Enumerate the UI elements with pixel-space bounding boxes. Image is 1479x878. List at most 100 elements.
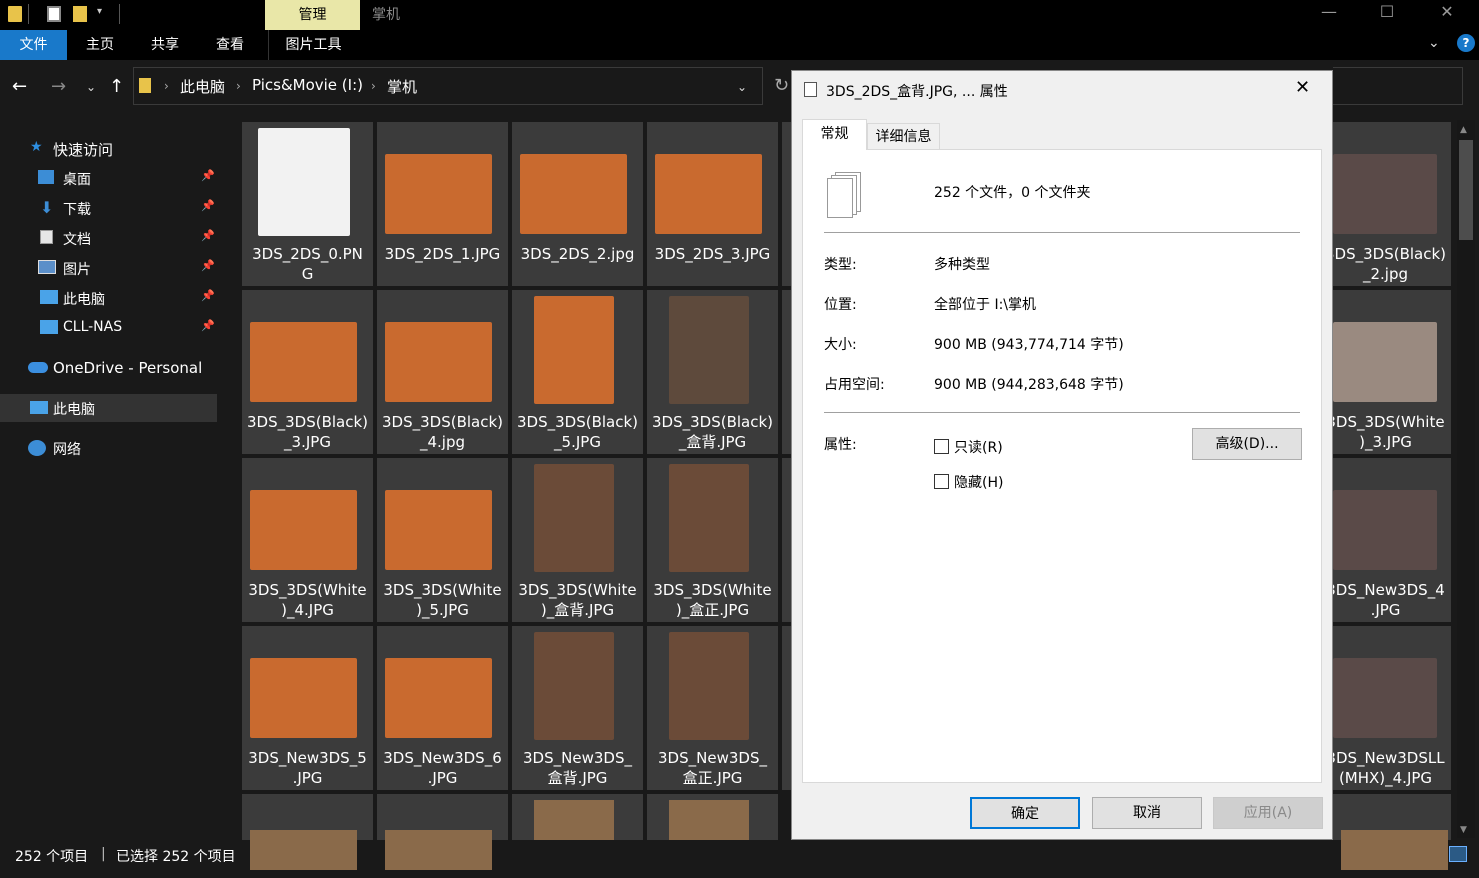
desktop-icon <box>38 170 54 184</box>
file-tile[interactable]: 3DS_2DS_2.jpg <box>512 122 643 286</box>
search-box[interactable] <box>1333 67 1463 105</box>
ok-button[interactable]: 确定 <box>970 797 1080 829</box>
file-tile[interactable]: 3DS_3DS(White )_4.JPG <box>242 458 373 622</box>
breadcrumb-this-pc[interactable]: 此电脑 <box>180 76 225 97</box>
file-tile[interactable]: 3DS_3DS(White )_3.JPG <box>1333 290 1451 454</box>
file-tile[interactable]: 3DS_3DS(Black) _盒背.JPG <box>647 290 778 454</box>
file-name: 3DS_3DS(Black) _盒背.JPG <box>651 413 774 451</box>
tab-view[interactable]: 查看 <box>202 30 258 60</box>
file-tile[interactable] <box>782 626 791 790</box>
scroll-down-icon[interactable]: ▼ <box>1460 825 1467 835</box>
sidebar-item-this-pc-pinned[interactable]: 此电脑 📌 <box>0 284 217 312</box>
minimize-button[interactable]: — <box>1309 2 1349 21</box>
pin-icon: 📌 <box>201 229 215 242</box>
file-tile[interactable]: 3DS_New3DS_6 .JPG <box>377 626 508 790</box>
sidebar-onedrive[interactable]: OneDrive - Personal <box>53 359 202 377</box>
scroll-up-icon[interactable]: ▲ <box>1460 125 1467 135</box>
pin-icon: 📌 <box>201 199 215 212</box>
back-icon[interactable]: ← <box>12 76 27 97</box>
file-tile[interactable] <box>377 794 508 870</box>
readonly-checkbox[interactable] <box>934 439 949 454</box>
file-tile[interactable]: 3DS_New3DS_4 .JPG <box>1333 458 1451 622</box>
forward-icon[interactable]: → <box>51 76 66 97</box>
star-icon: ★ <box>30 139 43 155</box>
breadcrumb-folder[interactable]: 掌机 <box>387 76 417 97</box>
divider <box>824 232 1300 233</box>
sidebar-item-label: 此电脑 <box>63 292 105 308</box>
tab-picture-tools[interactable]: 图片工具 <box>268 30 358 60</box>
file-tile[interactable] <box>782 290 791 454</box>
image-thumbnail <box>385 830 492 870</box>
folder-icon[interactable] <box>8 6 22 22</box>
sidebar-item-desktop[interactable]: 桌面 📌 <box>0 164 217 192</box>
recent-locations-icon[interactable]: ⌄ <box>86 80 96 94</box>
file-tile[interactable]: 3DS_3DS(Black) _5.JPG <box>512 290 643 454</box>
separator <box>119 4 120 24</box>
file-tile[interactable] <box>647 794 778 840</box>
scrollbar-thumb[interactable] <box>1459 140 1473 240</box>
file-tile[interactable] <box>242 794 373 870</box>
image-thumbnail <box>520 154 627 234</box>
image-thumbnail <box>1333 322 1437 402</box>
file-tile[interactable] <box>782 458 791 622</box>
tab-file[interactable]: 文件 <box>0 30 67 60</box>
expand-ribbon-icon[interactable]: ⌄ <box>1428 35 1440 51</box>
sidebar-quick-access[interactable]: 快速访问 <box>53 139 113 160</box>
advanced-button[interactable]: 高级(D)... <box>1192 428 1302 460</box>
file-tile[interactable]: 3DS_3DS(White )_盒背.JPG <box>512 458 643 622</box>
file-tile[interactable]: 3DS_3DS(Black) _2.jpg <box>1333 122 1451 286</box>
sidebar-this-pc-label: 此电脑 <box>53 402 95 418</box>
file-tile[interactable]: 3DS_New3DS_ 盒正.JPG <box>647 626 778 790</box>
file-tile[interactable]: 3DS_3DS(Black) _3.JPG <box>242 290 373 454</box>
tab-general[interactable]: 常规 <box>802 119 867 150</box>
file-tile[interactable]: 3DS_New3DS_ 盒背.JPG <box>512 626 643 790</box>
file-tile[interactable]: 3DS_3DS(Black) _4.jpg <box>377 290 508 454</box>
sidebar-item-documents[interactable]: 文档 📌 <box>0 224 217 252</box>
file-tile[interactable]: 3DS_3DS(White )_5.JPG <box>377 458 508 622</box>
dialog-title: 3DS_2DS_盒背.JPG, ... 属性 <box>826 84 1008 100</box>
refresh-icon[interactable]: ↻ <box>774 75 789 96</box>
file-name: 3DS_New3DS_ 盒背.JPG <box>523 749 632 787</box>
sidebar-item-cll-nas[interactable]: CLL-NAS 📌 <box>0 314 217 342</box>
file-tile[interactable]: 3DS_2DS_3.JPG <box>647 122 778 286</box>
image-thumbnail <box>385 154 492 234</box>
sidebar-item-pictures[interactable]: 图片 📌 <box>0 254 217 282</box>
file-tile[interactable] <box>512 794 643 840</box>
separator: | <box>101 846 106 862</box>
apply-button[interactable]: 应用(A) <box>1213 797 1323 829</box>
file-tile[interactable]: 3DS_New3DSLL (MHX)_4.JPG <box>1333 626 1451 790</box>
customize-qa-icon[interactable]: ▾ <box>97 6 102 17</box>
type-value: 多种类型 <box>934 257 990 273</box>
file-tile[interactable]: 3DS_2DS_1.JPG <box>377 122 508 286</box>
dialog-close-button[interactable]: ✕ <box>1295 77 1310 98</box>
large-icons-view-icon[interactable] <box>1449 846 1467 862</box>
file-tile[interactable] <box>782 122 791 286</box>
file-tile[interactable] <box>1333 794 1451 870</box>
size-value: 900 MB (943,774,714 字节) <box>934 337 1124 353</box>
tab-details[interactable]: 详细信息 <box>867 123 940 149</box>
network-drive-icon <box>40 320 58 334</box>
address-dropdown-icon[interactable]: ⌄ <box>737 80 747 94</box>
maximize-button[interactable]: ☐ <box>1367 2 1407 21</box>
tab-share[interactable]: 共享 <box>137 30 193 60</box>
manage-context-tab[interactable]: 管理 <box>265 0 360 30</box>
up-icon[interactable]: ↑ <box>109 76 124 97</box>
image-thumbnail <box>669 464 749 572</box>
address-bar[interactable] <box>133 67 763 105</box>
document-icon <box>40 230 53 244</box>
file-tile[interactable]: 3DS_3DS(White )_盒正.JPG <box>647 458 778 622</box>
tab-home[interactable]: 主页 <box>72 30 128 60</box>
properties-icon[interactable] <box>47 6 61 22</box>
hidden-checkbox[interactable] <box>934 474 949 489</box>
item-count: 252 个项目 <box>15 849 89 865</box>
help-icon[interactable]: ? <box>1457 34 1475 52</box>
file-tile[interactable]: 3DS_New3DS_5 .JPG <box>242 626 373 790</box>
sidebar-item-downloads[interactable]: ⬇ 下载 📌 <box>0 194 217 222</box>
new-folder-icon[interactable] <box>73 6 87 22</box>
pin-icon: 📌 <box>201 169 215 182</box>
breadcrumb-drive[interactable]: Pics&Movie (I:) <box>252 76 363 94</box>
sidebar-network[interactable]: 网络 <box>53 439 81 459</box>
file-tile[interactable]: 3DS_2DS_0.PN G <box>242 122 373 286</box>
cancel-button[interactable]: 取消 <box>1092 797 1202 829</box>
close-button[interactable]: ✕ <box>1427 2 1467 21</box>
